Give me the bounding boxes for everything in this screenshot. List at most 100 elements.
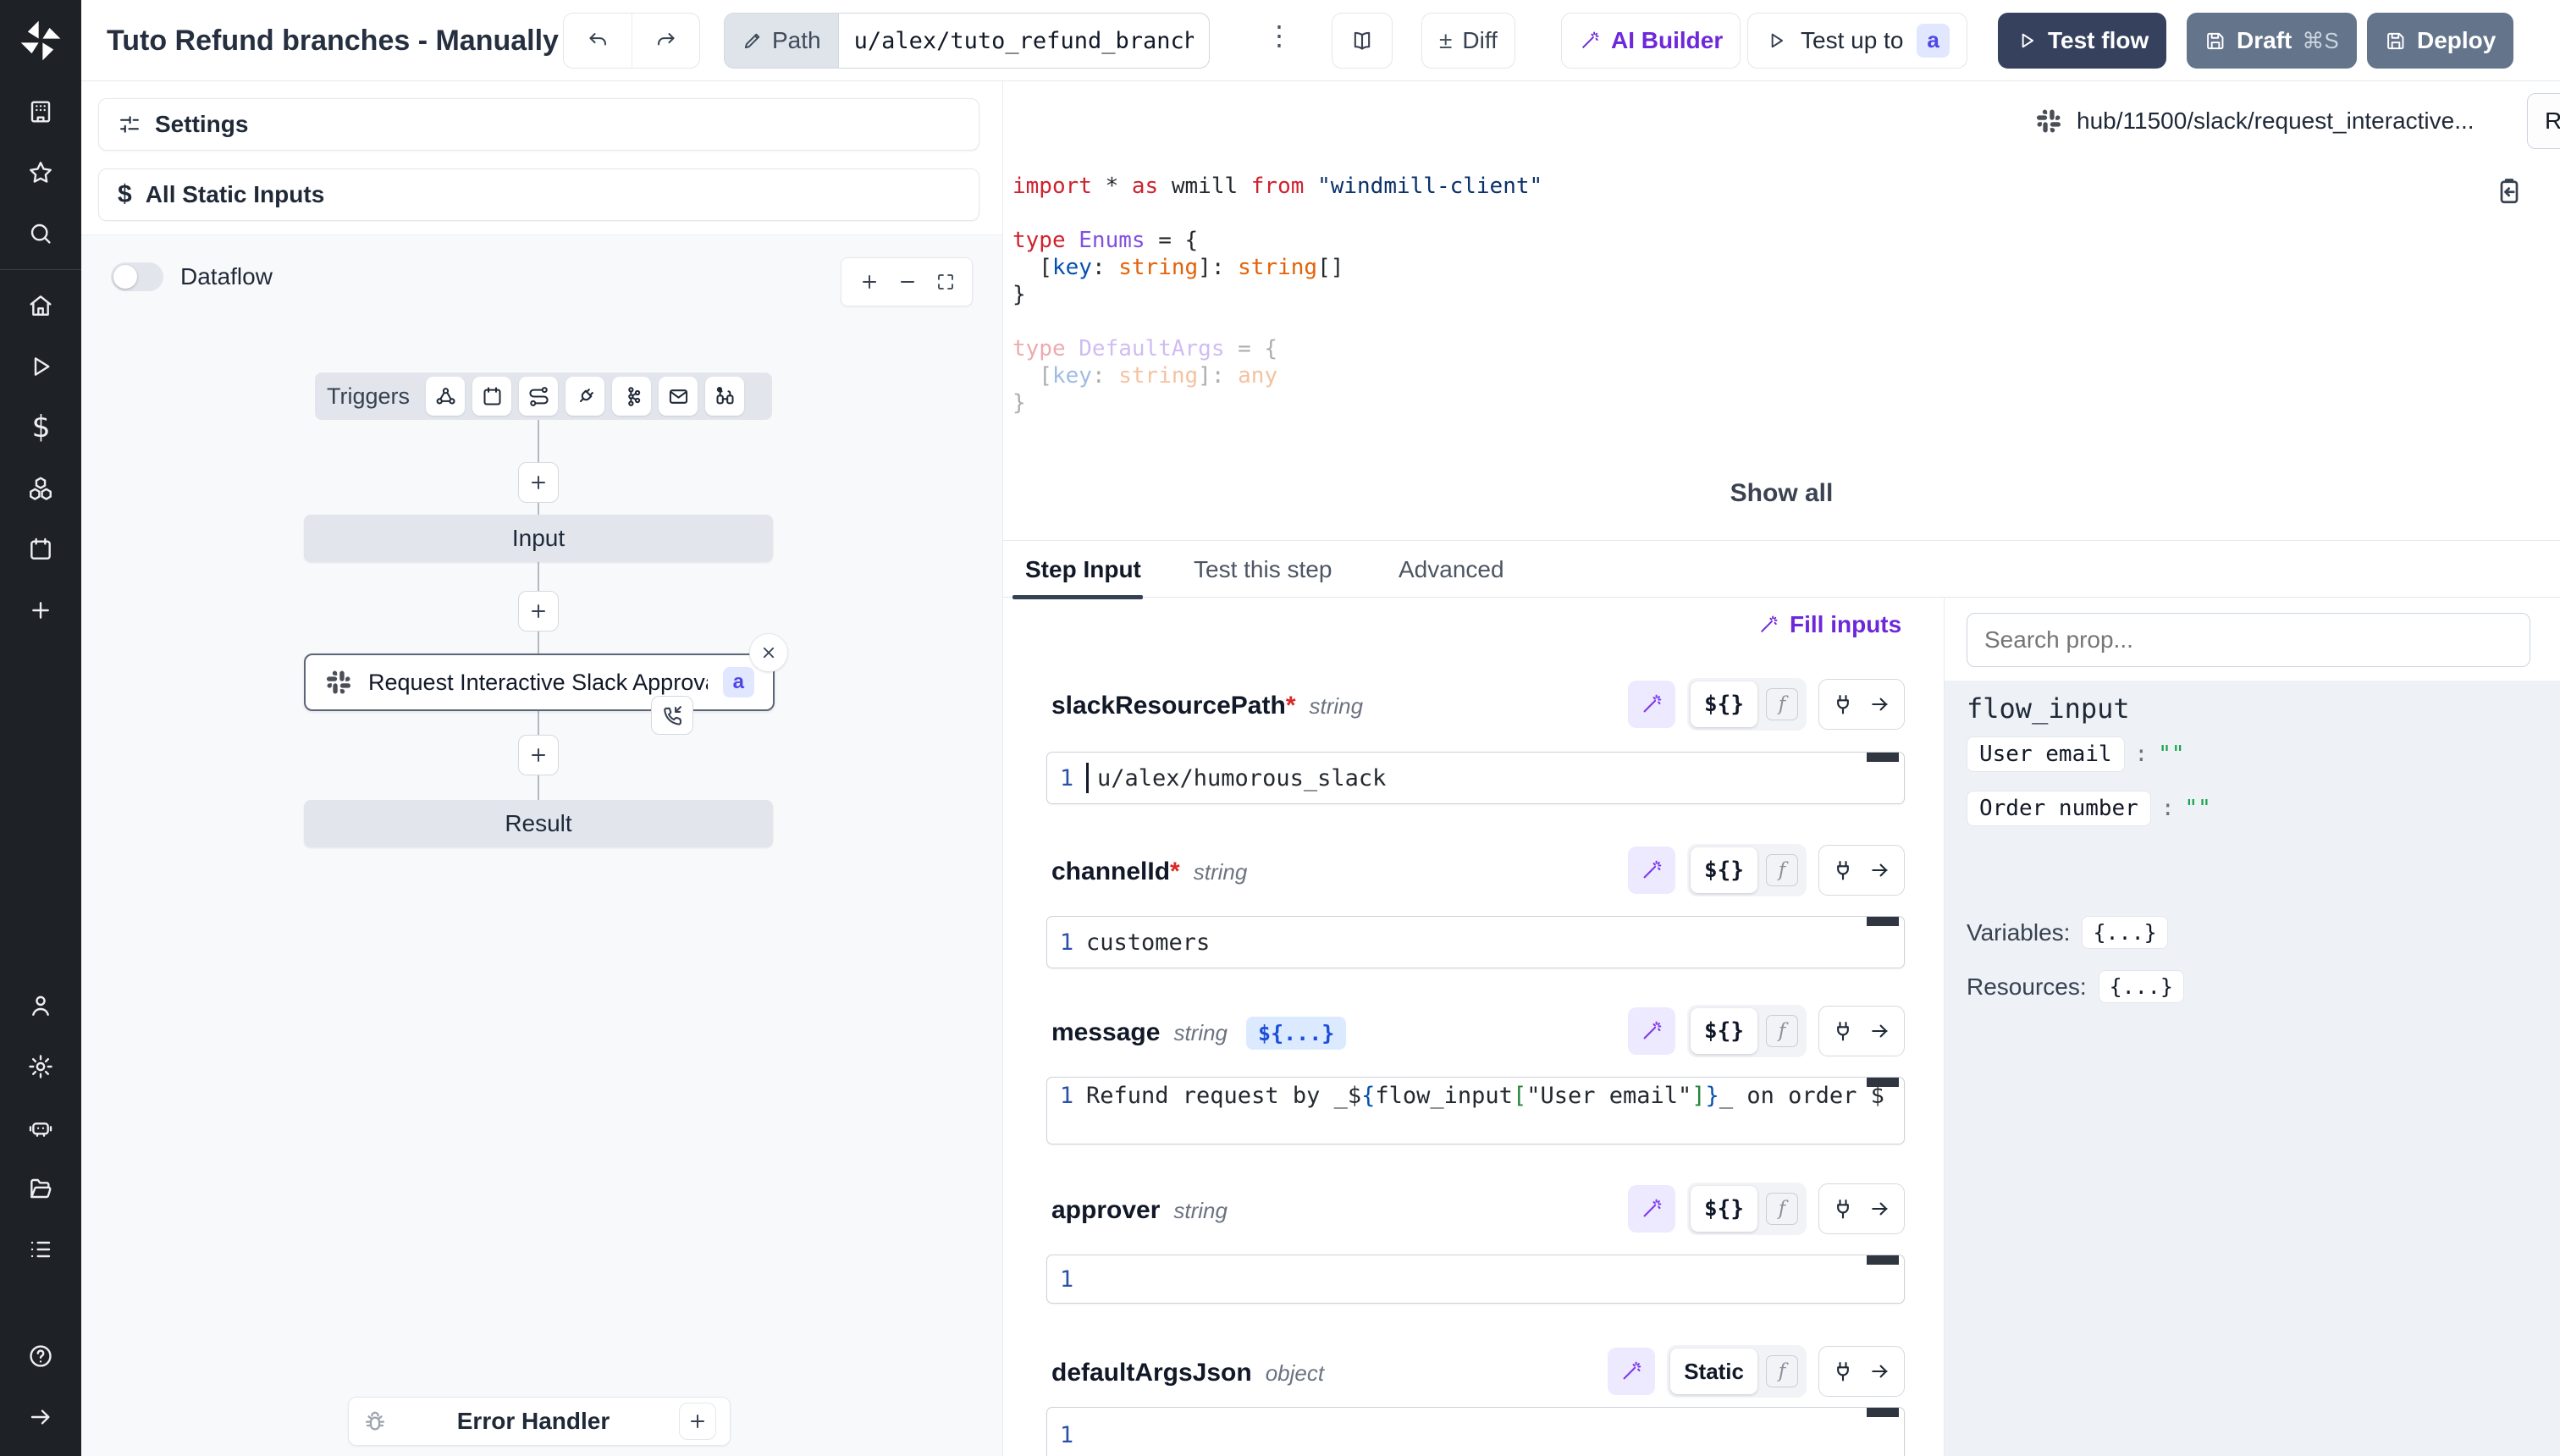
plug-icon[interactable] [1831, 858, 1855, 882]
sidebar-item-home[interactable] [0, 275, 81, 336]
error-handler-node[interactable]: Error Handler [348, 1397, 731, 1446]
trigger-websocket-button[interactable] [566, 377, 604, 416]
sidebar-item-resources[interactable] [0, 458, 81, 519]
trigger-schedule-button[interactable] [472, 377, 511, 416]
fill-inputs-button[interactable]: Fill inputs [1757, 611, 1901, 638]
tab-advanced[interactable]: Advanced [1399, 541, 1504, 598]
plug-icon[interactable] [1831, 1019, 1855, 1043]
variables-pill[interactable]: {...} [2082, 916, 2167, 949]
mode-expr-button[interactable]: ${} [1691, 1186, 1757, 1232]
minus-icon [897, 271, 919, 293]
sidebar-item-runs[interactable] [0, 336, 81, 397]
fx-icon[interactable]: f [1766, 854, 1798, 886]
code-line: import * as wmill from "windmill-client" [1012, 173, 1542, 200]
prop-search-input[interactable] [1967, 613, 2530, 667]
windmill-logo-icon[interactable] [0, 0, 81, 81]
draft-button[interactable]: Draft ⌘S [2187, 13, 2357, 69]
deploy-button[interactable]: Deploy [2367, 13, 2513, 69]
field-editor-message[interactable]: 1Refund request by _${flow_input["User e… [1046, 1077, 1905, 1144]
arrow-right-icon[interactable] [1868, 1359, 1892, 1383]
arrow-right-icon[interactable] [1868, 1019, 1892, 1043]
trigger-webhook-button[interactable] [426, 377, 465, 416]
redo-button[interactable] [632, 14, 699, 68]
tab-step-input[interactable]: Step Input [1025, 541, 1141, 598]
remove-step-button[interactable] [749, 633, 788, 672]
ai-fill-button[interactable] [1628, 681, 1675, 728]
ai-fill-button[interactable] [1628, 1185, 1675, 1233]
insert-step-button[interactable] [518, 591, 559, 631]
test-flow-button[interactable]: Test flow [1998, 13, 2166, 69]
sidebar-item-schedules[interactable] [0, 519, 81, 580]
add-error-handler-button[interactable] [679, 1403, 716, 1440]
plug-icon[interactable] [1831, 692, 1855, 716]
ai-fill-button[interactable] [1608, 1348, 1655, 1395]
flow-settings-button[interactable]: Settings [98, 98, 979, 151]
field-editor-defaultArgsJson[interactable]: 1 [1046, 1407, 1905, 1456]
prop-key-pill[interactable]: User email [1967, 736, 2125, 772]
slack-approval-step-node[interactable]: Request Interactive Slack Approval (... … [304, 654, 775, 711]
tab-test-this-step[interactable]: Test this step [1194, 541, 1332, 598]
show-all-button[interactable]: Show all [1003, 479, 2560, 508]
sidebar-item-workers[interactable] [0, 1097, 81, 1158]
mode-expr-button[interactable]: ${} [1691, 681, 1757, 727]
diff-button[interactable]: ± Diff [1421, 13, 1515, 69]
arrow-right-icon[interactable] [1868, 692, 1892, 716]
arrow-right-icon[interactable] [1868, 1197, 1892, 1221]
code-line: [key: string]: string[] [1012, 254, 1542, 281]
prop-key-pill[interactable]: Order number [1967, 791, 2151, 826]
hub-script-path[interactable]: hub/11500/slack/request_interactive... [2077, 108, 2517, 135]
mode-static-button[interactable]: Static [1670, 1348, 1757, 1394]
sidebar-item-search[interactable] [0, 203, 81, 264]
sidebar-item-user[interactable] [0, 975, 81, 1036]
sidebar-item-settings[interactable] [0, 1036, 81, 1097]
trigger-email-button[interactable] [659, 377, 698, 416]
zoom-out-button[interactable] [897, 271, 919, 293]
sidebar-item-favorites[interactable] [0, 142, 81, 203]
sidebar-item-variables[interactable]: $ [0, 397, 81, 458]
field-editor-approver[interactable]: 1 [1046, 1255, 1905, 1304]
kebab-menu-button[interactable]: ⋮ [1266, 22, 1293, 49]
resources-pill[interactable]: {...} [2099, 970, 2184, 1003]
sidebar-item-folders[interactable] [0, 1158, 81, 1219]
fx-icon[interactable]: f [1766, 1193, 1798, 1225]
sidebar-item-expand[interactable] [0, 1387, 81, 1448]
mode-expr-button[interactable]: ${} [1691, 847, 1757, 893]
step-id-badge: a [723, 667, 754, 698]
trigger-route-button[interactable] [519, 377, 558, 416]
test-up-to-button[interactable]: Test up to a [1747, 13, 1967, 69]
ai-fill-button[interactable] [1628, 847, 1675, 894]
sidebar-item-logs[interactable] [0, 1219, 81, 1280]
step-name-input[interactable] [2527, 93, 2560, 149]
plug-icon[interactable] [1831, 1359, 1855, 1383]
path-input[interactable] [839, 13, 1210, 69]
triggers-node[interactable]: Triggers [315, 372, 772, 420]
sidebar-item-help[interactable] [0, 1326, 81, 1387]
ai-fill-button[interactable] [1628, 1007, 1675, 1055]
arrow-right-icon[interactable] [1868, 858, 1892, 882]
field-editor-slackResourcePath[interactable]: 1u/alex/humorous_slack [1046, 752, 1905, 804]
fx-icon[interactable]: f [1766, 688, 1798, 720]
ai-builder-button[interactable]: AI Builder [1561, 13, 1741, 69]
insert-step-button[interactable] [518, 462, 559, 503]
all-static-inputs-button[interactable]: $ All Static Inputs [98, 168, 979, 221]
undo-button[interactable] [564, 14, 632, 68]
insert-step-button[interactable] [518, 735, 559, 775]
fit-view-button[interactable] [935, 272, 956, 292]
trigger-kafka-button[interactable] [612, 377, 651, 416]
plug-icon[interactable] [1831, 1197, 1855, 1221]
field-editor-channelId[interactable]: 1customers [1046, 916, 1905, 968]
dataflow-toggle[interactable] [111, 262, 163, 291]
input-node[interactable]: Input [304, 515, 773, 562]
fx-icon[interactable]: f [1766, 1015, 1798, 1047]
docs-button[interactable] [1332, 13, 1393, 69]
plus-icon [858, 271, 880, 293]
result-node[interactable]: Result [304, 800, 773, 847]
code-viewer[interactable]: import * as wmill from "windmill-client"… [1003, 161, 2560, 540]
sidebar-item-add[interactable] [0, 580, 81, 641]
zoom-in-button[interactable] [858, 271, 880, 293]
sidebar-item-workspace[interactable] [0, 81, 81, 142]
trigger-poll-button[interactable] [705, 377, 744, 416]
mode-expr-button[interactable]: ${} [1691, 1008, 1757, 1054]
fx-icon[interactable]: f [1766, 1355, 1798, 1387]
copy-code-button[interactable] [2494, 176, 2524, 207]
